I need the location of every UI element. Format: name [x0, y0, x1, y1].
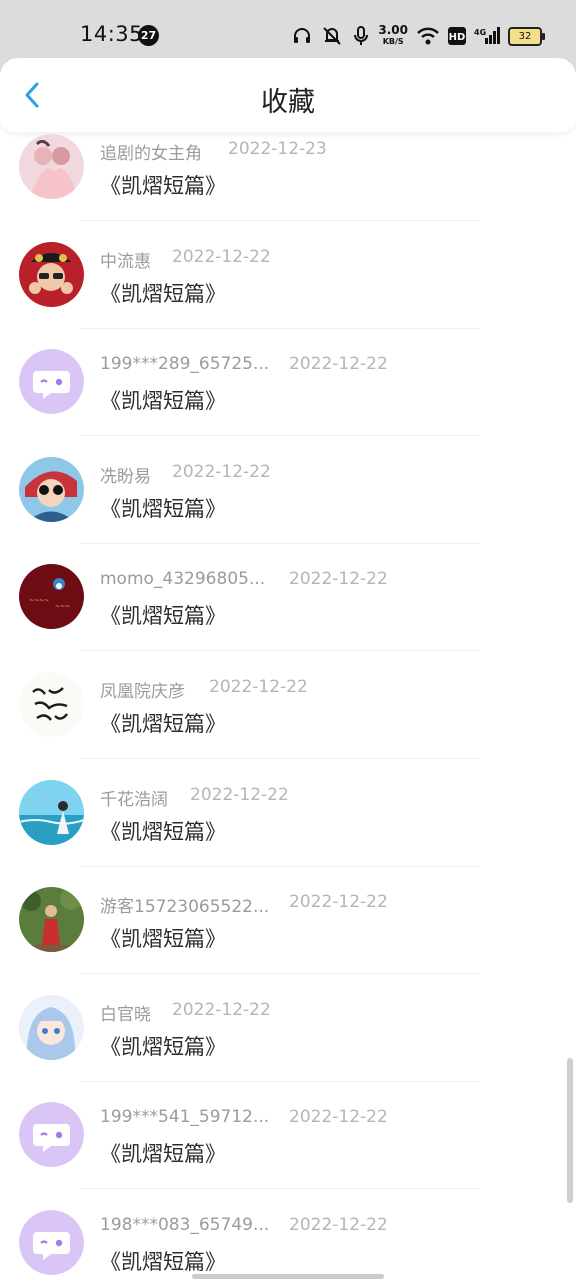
divider	[80, 973, 480, 975]
user-name: 白官晓	[100, 1004, 151, 1025]
microphone-icon	[352, 24, 370, 48]
signal-4g-icon: 4G	[474, 24, 500, 48]
divider	[80, 758, 480, 759]
favorite-date: 2022-12-22	[289, 569, 388, 590]
work-title[interactable]: 《凯熠短篇》	[100, 923, 226, 953]
work-title[interactable]: 《凯熠短篇》	[100, 1246, 226, 1276]
avatar[interactable]	[19, 994, 84, 1060]
svg-text:HD: HD	[449, 32, 466, 43]
mute-bell-icon	[320, 24, 344, 48]
net-speed: 3.00 KB/S	[378, 23, 408, 46]
user-name: 中流惠	[100, 251, 151, 272]
favorites-list[interactable]: 追剧的女主角 2022-12-23 《凯熠短篇》 中流惠 2022-12-22 《凯熠短篇…	[0, 130, 576, 1280]
avatar[interactable]: ~~~~ ~~~	[19, 564, 84, 630]
avatar[interactable]	[19, 456, 84, 522]
avatar[interactable]	[19, 1102, 84, 1168]
list-item[interactable]: ~~~~ ~~~ momo_43296805... 2022-12-22 《凯熠短篇》	[0, 564, 576, 680]
list-item[interactable]: 199***541_59712... 2022-12-22 《凯熠短篇》	[0, 1102, 576, 1218]
work-title[interactable]: 《凯熠短篇》	[100, 1138, 226, 1168]
user-name: 冼盼易	[100, 466, 151, 487]
divider	[80, 650, 480, 652]
svg-text:4G: 4G	[474, 28, 486, 37]
list-item[interactable]: 198***083_65749... 2022-12-22 《凯熠短篇》	[0, 1210, 576, 1280]
scrollbar[interactable]	[567, 1058, 573, 1203]
home-indicator[interactable]	[192, 1274, 384, 1279]
favorite-date: 2022-12-22	[172, 999, 271, 1020]
status-icons: 3.00 KB/S HD 4G 32	[292, 22, 545, 50]
favorite-date: 2022-12-22	[289, 1215, 388, 1235]
list-item[interactable]: 游客15723065522... 2022-12-22 《凯熠短篇》	[0, 887, 576, 1003]
nav-header: 收藏	[0, 58, 576, 132]
work-title[interactable]: 《凯熠短篇》	[100, 600, 226, 630]
favorite-date: 2022-12-22	[209, 677, 308, 697]
work-title[interactable]: 《凯熠短篇》	[100, 708, 226, 738]
list-item[interactable]: 199***289_65725... 2022-12-22 《凯熠短篇》	[0, 349, 576, 465]
user-name: 游客15723065522...	[100, 897, 270, 918]
list-item[interactable]: 冼盼易 2022-12-22 《凯熠短篇》	[0, 456, 576, 573]
work-title[interactable]: 《凯熠短篇》	[100, 493, 226, 523]
favorite-date: 2022-12-23	[228, 139, 327, 159]
favorite-date: 2022-12-22	[289, 892, 388, 913]
work-title[interactable]: 《凯熠短篇》	[100, 170, 226, 200]
avatar[interactable]	[19, 241, 84, 307]
status-time: 14:35	[80, 22, 144, 46]
divider	[80, 435, 480, 437]
user-name: 199***541_59712...	[100, 1107, 270, 1128]
favorite-date: 2022-12-22	[190, 784, 289, 805]
divider	[80, 1080, 480, 1082]
battery-icon: 32	[508, 26, 545, 46]
work-title[interactable]: 《凯熠短篇》	[100, 385, 226, 415]
wifi-icon	[416, 24, 440, 48]
work-title[interactable]: 《凯熠短篇》	[100, 816, 226, 846]
divider	[80, 542, 480, 544]
user-name: 追剧的女主角	[100, 144, 202, 164]
page-title: 收藏	[261, 87, 315, 118]
hd-icon: HD	[448, 24, 466, 48]
list-item[interactable]: 白官晓 2022-12-22 《凯熠短篇》	[0, 994, 576, 1111]
notification-badge: 27	[138, 25, 159, 46]
user-name: 千花浩阔	[100, 789, 168, 810]
divider	[80, 1188, 480, 1190]
divider	[80, 327, 480, 329]
user-name: 198***083_65749...	[100, 1215, 270, 1235]
favorite-date: 2022-12-22	[172, 246, 271, 267]
divider	[80, 220, 480, 221]
svg-text:~~~: ~~~	[55, 603, 70, 610]
avatar[interactable]	[19, 349, 84, 415]
favorite-date: 2022-12-22	[289, 354, 388, 375]
avatar[interactable]	[19, 134, 84, 199]
favorite-date: 2022-12-22	[172, 461, 271, 482]
svg-text:~~~~: ~~~~	[29, 597, 49, 604]
list-item[interactable]: 中流惠 2022-12-22 《凯熠短篇》	[0, 241, 576, 358]
work-title[interactable]: 《凯熠短篇》	[100, 278, 226, 308]
list-item[interactable]: 追剧的女主角 2022-12-23 《凯熠短篇》	[0, 134, 576, 250]
divider	[80, 865, 480, 867]
user-name: 199***289_65725...	[100, 354, 270, 375]
user-name: momo_43296805...	[100, 569, 266, 590]
headphones-icon	[292, 24, 312, 48]
favorite-date: 2022-12-22	[289, 1107, 388, 1128]
avatar[interactable]	[19, 1210, 84, 1275]
avatar[interactable]	[19, 672, 84, 737]
avatar[interactable]	[19, 779, 84, 845]
work-title[interactable]: 《凯熠短篇》	[100, 1031, 226, 1061]
user-name: 凤凰院庆彦	[100, 682, 185, 702]
list-item[interactable]: 千花浩阔 2022-12-22 《凯熠短篇》	[0, 779, 576, 896]
list-item[interactable]: 凤凰院庆彦 2022-12-22 《凯熠短篇》	[0, 672, 576, 788]
avatar[interactable]	[19, 887, 84, 953]
